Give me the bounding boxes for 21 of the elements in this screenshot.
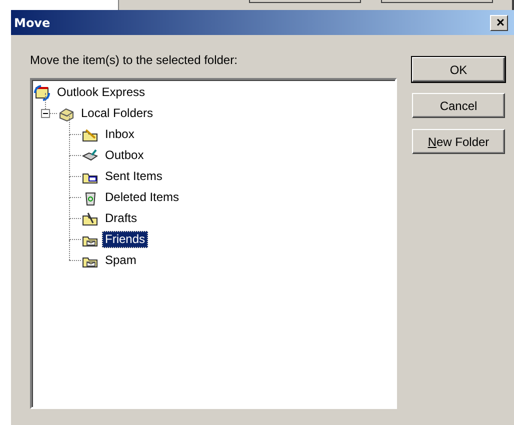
folders-icon: [58, 106, 74, 122]
tree-item[interactable]: Friends: [102, 231, 148, 248]
dialog-button[interactable]: New Folder: [412, 129, 505, 154]
dialog-button[interactable]: Cancel: [412, 93, 505, 118]
prompt-text: Move the item(s) to the selected folder:: [30, 52, 238, 69]
inbox-folder-icon: [82, 126, 98, 142]
tree-item[interactable]: Deleted Items: [102, 189, 182, 206]
tree-item[interactable]: Spam: [102, 252, 140, 269]
window-title: Move: [14, 14, 50, 32]
close-button[interactable]: ×: [490, 14, 508, 30]
tree-item[interactable]: Drafts: [102, 210, 140, 227]
tree-item[interactable]: Local Folders: [78, 105, 156, 122]
outbox-folder-icon: [82, 148, 98, 164]
collapse-toggle[interactable]: [41, 109, 50, 118]
dialog-button[interactable]: OK: [412, 57, 505, 82]
outlook-icon: [34, 84, 50, 100]
tree-item[interactable]: Sent Items: [102, 168, 166, 185]
tree-item[interactable]: Outlook Express: [54, 84, 148, 101]
drafts-folder-icon: [82, 210, 98, 226]
tree-item[interactable]: Outbox: [102, 147, 147, 164]
tree-item[interactable]: Inbox: [102, 126, 138, 143]
